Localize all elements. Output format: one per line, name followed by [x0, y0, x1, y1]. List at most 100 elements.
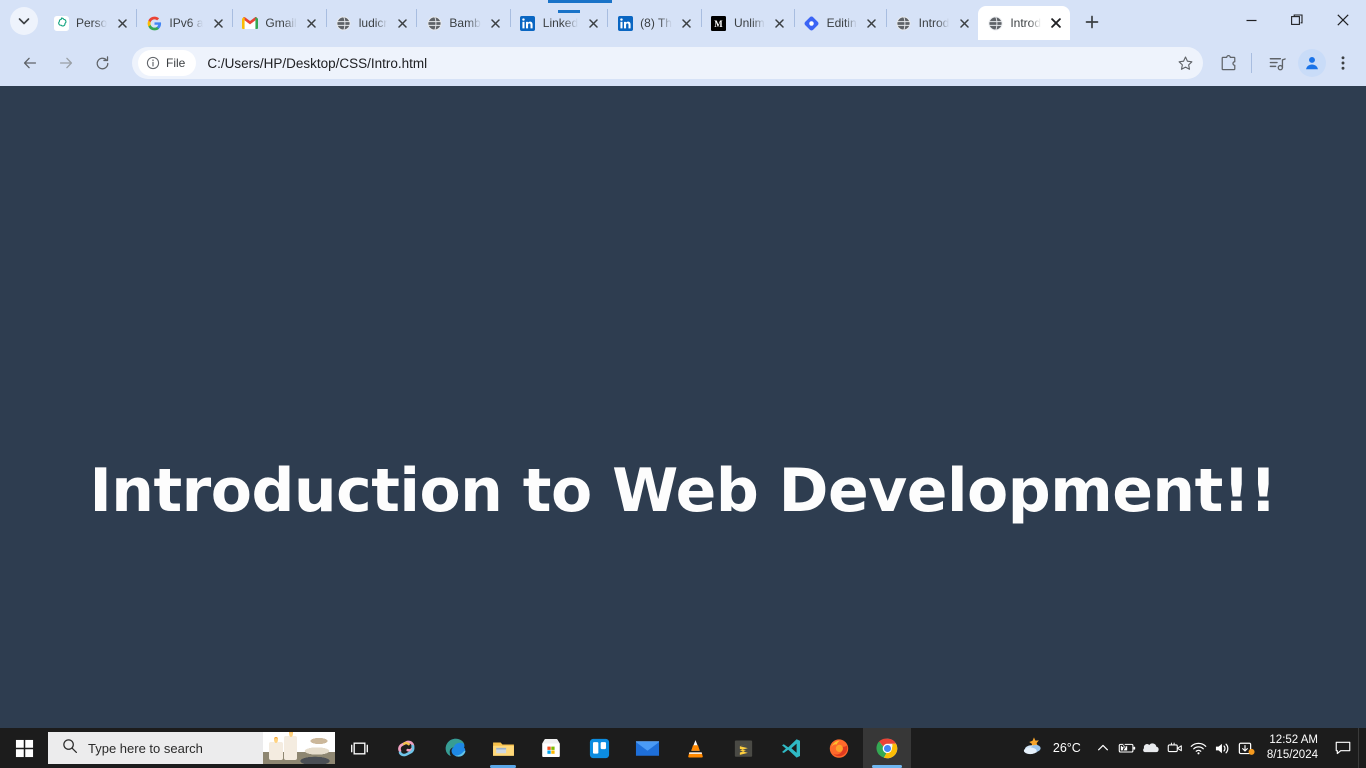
firefox-icon — [829, 739, 849, 758]
taskbar-app-vlc-media-player[interactable] — [671, 728, 719, 768]
taskbar-app-file-explorer[interactable] — [479, 728, 527, 768]
browser-tab[interactable]: Editin — [795, 6, 886, 40]
tab-close-button[interactable] — [677, 13, 697, 33]
page-heading: Introduction to Web Development!! — [89, 456, 1277, 526]
close-button[interactable] — [1320, 0, 1366, 40]
close-icon — [775, 18, 784, 28]
search-icon — [62, 738, 78, 759]
tab-title: Editin — [826, 16, 857, 30]
taskbar-app-copilot[interactable] — [383, 728, 431, 768]
windows-taskbar: Type here to search 26°C 12:52 AM 8/15/2… — [0, 728, 1366, 768]
media-control-button[interactable] — [1262, 48, 1292, 78]
bookmark-button[interactable] — [1171, 49, 1199, 77]
forward-arrow-icon — [59, 57, 73, 69]
browser-tab[interactable]: Perso — [44, 6, 136, 40]
microsoft-edge-icon — [445, 738, 465, 757]
taskbar-app-visual-studio-code[interactable] — [767, 728, 815, 768]
show-desktop-button[interactable] — [1358, 728, 1364, 768]
star-icon — [1178, 55, 1192, 70]
back-button[interactable] — [14, 47, 46, 79]
file-scheme-label: File — [166, 56, 186, 70]
task-view-button[interactable] — [335, 728, 383, 768]
tab-title: Gmail — [265, 16, 297, 30]
tab-close-button[interactable] — [302, 13, 322, 33]
close-icon — [1051, 18, 1061, 28]
tab-close-button[interactable] — [486, 13, 506, 33]
taskbar-app-mail[interactable] — [623, 728, 671, 768]
browser-tab[interactable]: ludicr — [327, 6, 417, 40]
tab-title: Introd — [918, 16, 950, 30]
copilot-icon — [398, 740, 415, 757]
browser-tab[interactable]: Linked — [511, 6, 607, 40]
windows-update-icon[interactable] — [1235, 728, 1259, 768]
minimize-icon — [1246, 19, 1256, 21]
partly-cloudy-night-icon — [1021, 735, 1046, 762]
browser-tab[interactable]: Gmail — [233, 6, 325, 40]
reload-button[interactable] — [86, 47, 118, 79]
browser-tab[interactable]: Bamb — [417, 6, 509, 40]
restore-icon — [1291, 14, 1303, 25]
chatgpt-icon — [53, 15, 69, 31]
tab-search-button[interactable] — [10, 7, 38, 35]
windows-start-icon — [15, 739, 33, 757]
onedrive-icon[interactable] — [1139, 728, 1163, 768]
battery-status-icon[interactable] — [1115, 728, 1139, 768]
address-bar[interactable]: File C:/Users/HP/Desktop/CSS/Intro.html — [132, 47, 1203, 79]
browser-tab[interactable]: Introd — [887, 6, 979, 40]
browser-tab-active[interactable]: Introd — [978, 6, 1071, 40]
browser-tab[interactable]: IPv6 a — [137, 6, 232, 40]
tab-close-button[interactable] — [862, 13, 882, 33]
volume-icon[interactable] — [1211, 728, 1235, 768]
browser-tab[interactable]: (8) Th — [608, 6, 701, 40]
camera-privacy-icon[interactable] — [1163, 728, 1187, 768]
taskbar-app-trello[interactable] — [575, 728, 623, 768]
notification-center-button[interactable] — [1328, 728, 1358, 768]
show-hidden-icons-button[interactable] — [1091, 728, 1115, 768]
maximize-button[interactable] — [1274, 0, 1320, 40]
new-tab-button[interactable] — [1078, 8, 1106, 36]
tab-close-button[interactable] — [1046, 13, 1066, 33]
taskbar-clock[interactable]: 12:52 AM 8/15/2024 — [1259, 728, 1328, 768]
browser-tab[interactable]: M Unlim — [702, 6, 794, 40]
medium-icon: M — [711, 15, 727, 31]
minimize-button[interactable] — [1228, 0, 1274, 40]
three-dot-menu-icon — [1341, 56, 1345, 70]
start-button[interactable] — [0, 728, 48, 768]
tab-title: (8) Th — [640, 16, 672, 30]
wifi-icon[interactable] — [1187, 728, 1211, 768]
tab-close-button[interactable] — [583, 13, 603, 33]
site-info-button[interactable]: File — [138, 50, 197, 76]
taskbar-app-microsoft-edge[interactable] — [431, 728, 479, 768]
tray-weather[interactable]: 26°C — [1017, 728, 1091, 768]
extensions-puzzle-icon — [1221, 54, 1235, 70]
chevron-up-icon — [1097, 744, 1108, 751]
reload-icon — [96, 55, 108, 69]
chrome-menu-button[interactable] — [1328, 48, 1358, 78]
clock-time: 12:52 AM — [1269, 734, 1318, 746]
tab-close-button[interactable] — [954, 13, 974, 33]
taskbar-app-google-chrome[interactable] — [863, 728, 911, 768]
extensions-button[interactable] — [1213, 48, 1243, 78]
forward-button[interactable] — [50, 47, 82, 79]
back-arrow-icon — [23, 57, 37, 69]
linkedin-icon — [617, 15, 633, 31]
close-icon — [588, 18, 598, 28]
tab-close-button[interactable] — [770, 13, 790, 33]
tab-close-button[interactable] — [392, 13, 412, 33]
taskbar-search-box[interactable]: Type here to search — [48, 732, 335, 764]
tab-close-button[interactable] — [208, 13, 228, 33]
taskbar-app-sublime-text[interactable] — [719, 728, 767, 768]
close-icon — [491, 18, 501, 28]
tab-title: Bamb — [449, 16, 481, 30]
chevron-down-icon — [18, 18, 30, 25]
globe-icon — [987, 15, 1003, 31]
tab-strip: Perso IPv6 a Gmail ludicr Bamb Linked (8… — [0, 0, 1366, 40]
system-tray: 26°C 12:52 AM 8/15/2024 — [1017, 728, 1366, 768]
svg-text:M: M — [715, 18, 724, 28]
tab-close-button[interactable] — [112, 13, 132, 33]
url-text[interactable]: C:/Users/HP/Desktop/CSS/Intro.html — [207, 56, 1171, 71]
taskbar-app-firefox[interactable] — [815, 728, 863, 768]
profile-button[interactable] — [1298, 49, 1326, 77]
plus-icon — [1085, 15, 1099, 29]
taskbar-app-microsoft-store[interactable] — [527, 728, 575, 768]
